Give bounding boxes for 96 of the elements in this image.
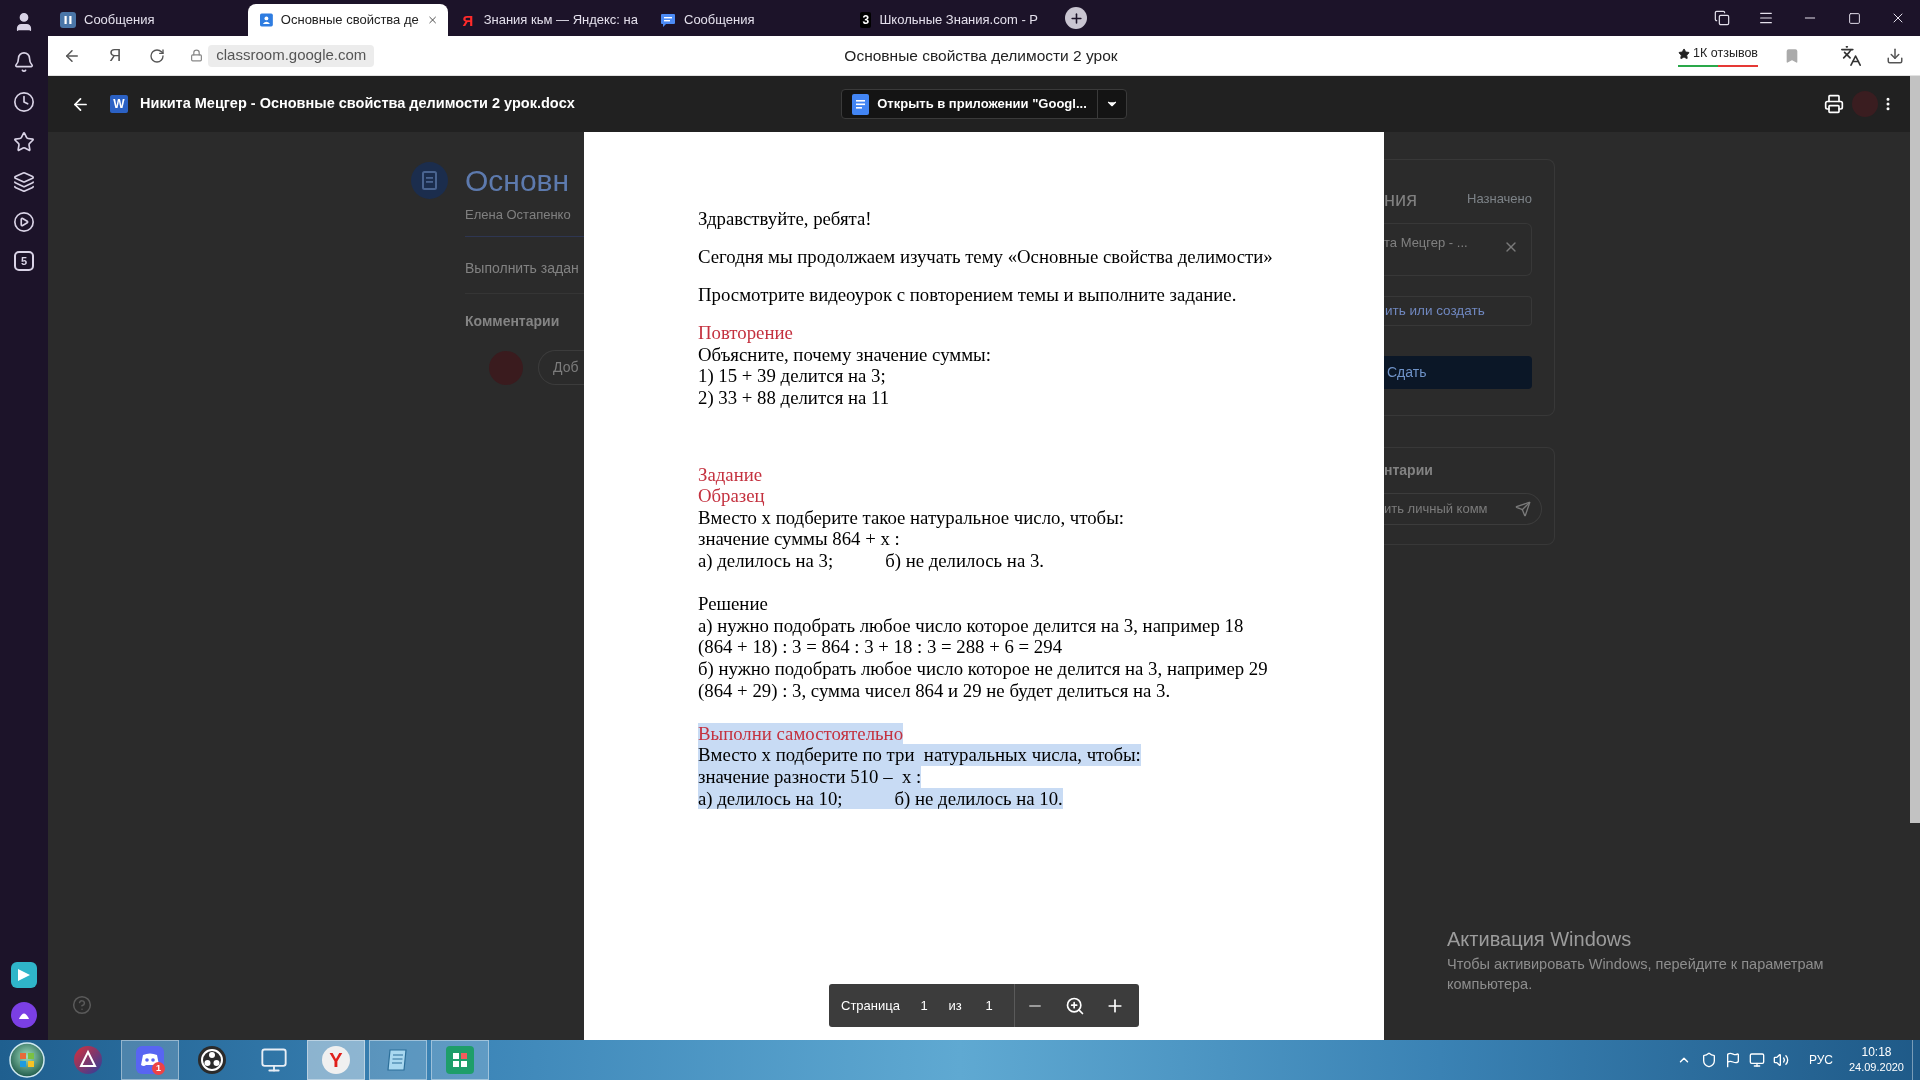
document-line: а) нужно подобрать любое число которое делится на 3, например 18 bbox=[698, 614, 1244, 637]
start-orb-icon[interactable] bbox=[9, 1042, 45, 1078]
controller-tile-icon bbox=[136, 1046, 164, 1074]
favicon-letter: 3 bbox=[860, 12, 872, 28]
triangle-circle-icon bbox=[74, 1046, 102, 1074]
monitor-icon bbox=[260, 1046, 288, 1074]
send-icon[interactable] bbox=[1515, 501, 1531, 517]
speaker-icon[interactable] bbox=[1772, 1052, 1789, 1068]
clock[interactable]: 10:18 24.09.2020 bbox=[1848, 1045, 1904, 1075]
counter-badge[interactable]: 5 bbox=[14, 251, 34, 271]
document-line: б) не делилось на 3. bbox=[885, 550, 1045, 572]
comment-placeholder: ить личный комм bbox=[1384, 500, 1488, 519]
assignment-icon bbox=[411, 162, 448, 199]
favicon-letter: Я bbox=[461, 12, 475, 28]
document-line: Вместо х подберите такое натуральное число, чтобы: bbox=[698, 506, 1125, 529]
translate-icon[interactable] bbox=[1840, 44, 1862, 67]
document-line: Сегодня мы продолжаем изучать тему «Основные свойства делимости» bbox=[698, 246, 1273, 268]
card-heading: нтарии bbox=[1384, 461, 1434, 480]
section-heading: Выполни самостоятельно bbox=[698, 722, 904, 745]
star-icon bbox=[1678, 47, 1691, 60]
document-line: а) делилось на 10; bbox=[698, 787, 843, 810]
person-tile-icon bbox=[260, 12, 273, 28]
zoom-in-icon[interactable] bbox=[1065, 995, 1085, 1016]
activation-text: Чтобы активировать Windows, перейдите к параметрам компьютера. bbox=[1447, 955, 1825, 994]
taskbar-app-button[interactable]: 1 bbox=[121, 1040, 179, 1080]
document-line: 2) 33 + 88 делится на 11 bbox=[698, 387, 890, 409]
document-line: Объясните, почему значение суммы: bbox=[698, 343, 991, 366]
home-letter-button[interactable]: Я bbox=[109, 47, 122, 64]
star-icon[interactable] bbox=[13, 131, 35, 153]
collections-icon[interactable] bbox=[13, 171, 35, 193]
browser-tab[interactable]: Сообщения bbox=[48, 4, 248, 36]
document-line: б) нужно подобрать любое число которое не делится на 3, например 29 bbox=[698, 658, 1268, 680]
plus-icon bbox=[1068, 10, 1084, 26]
page-number-field[interactable]: 1 bbox=[909, 994, 939, 1017]
page-title: Основные свойства делимости 2 урок bbox=[844, 45, 1118, 66]
document-icon bbox=[852, 93, 870, 115]
new-tab-button[interactable] bbox=[1065, 7, 1087, 29]
download-icon[interactable] bbox=[1886, 46, 1904, 65]
play-icon[interactable] bbox=[13, 211, 35, 233]
add-or-create-button[interactable]: ить или создать bbox=[1384, 296, 1532, 326]
reviews-link[interactable]: 1К отзывов bbox=[1678, 44, 1758, 67]
file-name: Никита Мецгер - Основные свойства делимости 2 урок.docx bbox=[140, 94, 575, 114]
open-in-app-button[interactable]: Открыть в приложении "Googl... bbox=[841, 89, 1127, 119]
document-line: Решение bbox=[698, 593, 768, 615]
of-label: из bbox=[947, 996, 963, 1015]
url-field[interactable]: classroom.google.com bbox=[208, 44, 375, 67]
clock-time: 10:18 bbox=[1861, 1045, 1892, 1060]
section-heading: Образец bbox=[698, 485, 765, 507]
language-indicator[interactable]: РУС bbox=[1808, 1051, 1833, 1069]
card-heading: ния bbox=[1384, 187, 1418, 211]
chat-bubble-icon bbox=[660, 12, 676, 28]
document-line: 1) 15 + 39 делится на 3; bbox=[698, 365, 886, 388]
app-logo-letter: Y bbox=[322, 1046, 350, 1074]
stacked-pages-icon[interactable] bbox=[1714, 10, 1730, 26]
browser-tab[interactable]: 3 Школьные Знания.com - Р bbox=[848, 4, 1048, 36]
document-line: Здравствуйте, ребята! bbox=[698, 208, 872, 230]
document-line: Просмотрите видеоурок с повторением темы и выполните задание. bbox=[698, 284, 1237, 306]
submit-button[interactable]: Сдать bbox=[1384, 356, 1532, 389]
assignment-title: Основн bbox=[465, 163, 570, 199]
reload-icon[interactable] bbox=[149, 47, 166, 64]
shield-icon[interactable] bbox=[1700, 1052, 1717, 1068]
section-heading: Задание bbox=[698, 463, 763, 486]
print-icon[interactable] bbox=[1824, 94, 1844, 114]
section-heading: Повторение bbox=[698, 322, 793, 344]
document-line: (864 + 18) : 3 = 864 : 3 + 18 : 3 = 288 + 6 = 294 bbox=[698, 636, 1063, 658]
bell-icon[interactable] bbox=[13, 51, 35, 73]
document-line: значение суммы 864 + х : bbox=[698, 528, 900, 551]
attachment-chip[interactable]: та Мецгер - ... bbox=[1384, 223, 1532, 276]
flag-icon[interactable] bbox=[1724, 1052, 1741, 1068]
bars-tile-icon bbox=[60, 12, 76, 28]
total-pages: 1 bbox=[984, 996, 994, 1015]
browser-tab[interactable]: Я Знания кьм — Яндекс: на bbox=[448, 4, 648, 36]
document-line: б) не делилось на 10. bbox=[894, 787, 1063, 810]
clock-icon[interactable] bbox=[13, 91, 35, 113]
status-label: Назначено bbox=[1467, 190, 1532, 209]
document-line: (864 + 29) : 3, сумма чисел 864 и 29 не будет делиться на 3. bbox=[698, 679, 1171, 702]
maximize-icon[interactable] bbox=[1847, 11, 1861, 25]
lock-icon bbox=[190, 49, 204, 62]
taskbar-app-button[interactable]: Y bbox=[307, 1040, 365, 1080]
comments-heading: Комментарии bbox=[465, 313, 561, 329]
circle-app-icon[interactable] bbox=[11, 1002, 37, 1028]
activation-title: Активация Windows bbox=[1447, 927, 1633, 952]
scrollbar-thumb[interactable] bbox=[1910, 76, 1920, 823]
document-line: а) делилось на 3; bbox=[698, 550, 834, 572]
aperture-icon bbox=[198, 1046, 226, 1074]
menu-icon[interactable] bbox=[1758, 10, 1774, 26]
network-icon[interactable] bbox=[1748, 1052, 1765, 1068]
file-type-letter: W bbox=[110, 95, 128, 113]
grid-tile-icon bbox=[446, 1046, 474, 1074]
attachment-name: та Мецгер - ... bbox=[1384, 234, 1468, 252]
play-tile-icon[interactable] bbox=[11, 962, 37, 988]
author-name: Елена Остапенко bbox=[465, 207, 572, 223]
clock-date: 24.09.2020 bbox=[1848, 1060, 1904, 1075]
browser-tab[interactable]: Основные свойства де bbox=[248, 4, 448, 36]
browser-tab[interactable]: Сообщения bbox=[648, 4, 848, 36]
task-text: Выполнить задан bbox=[465, 260, 580, 276]
